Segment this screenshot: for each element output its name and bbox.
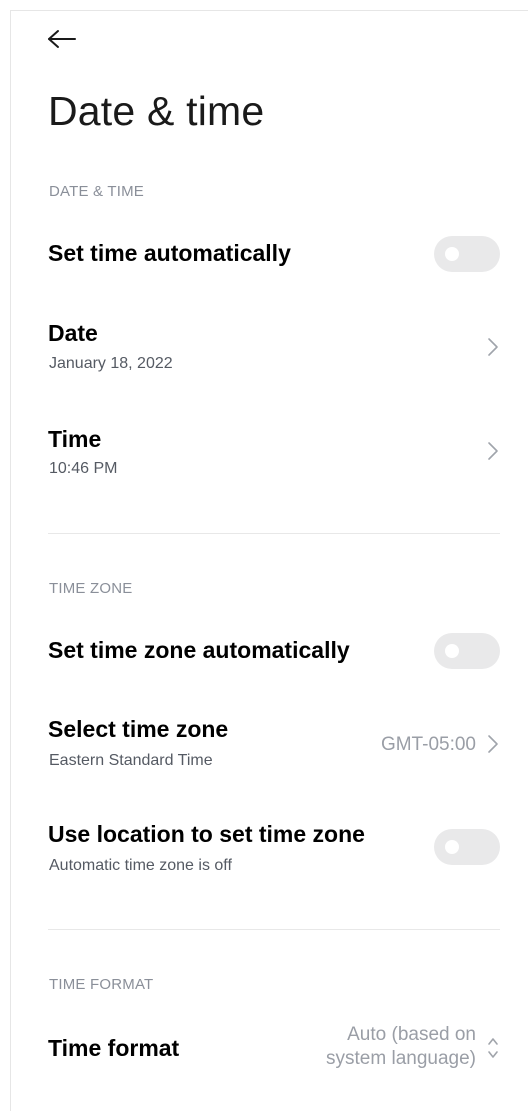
use-location-toggle[interactable] [434, 829, 500, 865]
time-value: 10:46 PM [49, 460, 118, 477]
time-format-label: Time format [48, 1035, 180, 1061]
select-time-zone-label: Select time zone [48, 716, 229, 742]
time-format-value-line2: system language) [326, 1048, 476, 1069]
section-header-time-format: TIME FORMAT [49, 976, 154, 993]
section-divider [48, 533, 500, 534]
time-format-row[interactable]: Time format Auto (based on system langua… [48, 1020, 500, 1084]
set-time-zone-automatically-toggle[interactable] [434, 633, 500, 669]
section-header-time-zone: TIME ZONE [49, 580, 133, 597]
use-location-subtitle: Automatic time zone is off [49, 857, 232, 874]
date-row[interactable]: Date January 18, 2022 [48, 316, 500, 380]
time-zone-offset-value: GMT-05:00 [380, 734, 476, 755]
set-time-automatically-label: Set time automatically [48, 240, 291, 266]
date-value: January 18, 2022 [49, 355, 173, 372]
time-format-value: Auto (based on system language) [326, 1023, 476, 1071]
use-location-row[interactable]: Use location to set time zone Automatic … [48, 818, 500, 882]
set-time-zone-automatically-label: Set time zone automatically [48, 637, 350, 663]
date-label: Date [48, 320, 98, 346]
set-time-zone-automatically-row[interactable]: Set time zone automatically [48, 627, 500, 675]
chevron-right-icon [488, 735, 498, 753]
select-time-zone-row[interactable]: Select time zone Eastern Standard Time G… [48, 713, 500, 777]
time-zone-name: Eastern Standard Time [49, 752, 213, 769]
time-format-value-line1: Auto (based on [347, 1024, 476, 1045]
page-title: Date & time [48, 88, 265, 134]
toggle-knob [445, 247, 459, 261]
chevron-up-down-icon [488, 1038, 498, 1058]
time-row[interactable]: Time 10:46 PM [48, 422, 500, 486]
set-time-automatically-row[interactable]: Set time automatically [48, 230, 500, 278]
chevron-right-icon [488, 338, 498, 356]
screen-frame [10, 10, 528, 1111]
toggle-knob [445, 840, 459, 854]
section-divider [48, 929, 500, 930]
time-label: Time [48, 426, 102, 452]
chevron-right-icon [488, 442, 498, 460]
back-arrow-glyph [48, 30, 76, 48]
section-header-date-time: DATE & TIME [49, 183, 144, 200]
back-arrow-icon[interactable] [44, 24, 80, 54]
use-location-label: Use location to set time zone [48, 821, 365, 847]
set-time-automatically-toggle[interactable] [434, 236, 500, 272]
toggle-knob [445, 644, 459, 658]
